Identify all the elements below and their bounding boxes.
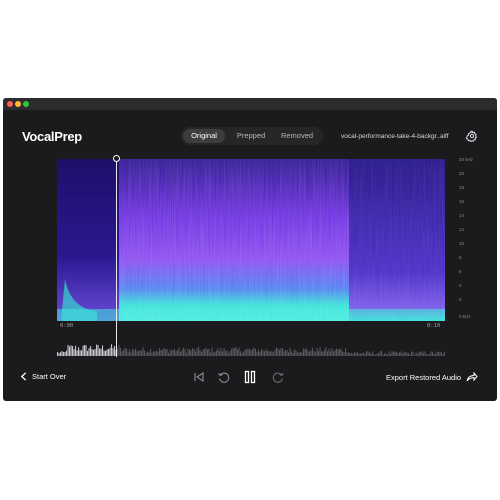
freq-label: 8: [459, 255, 462, 260]
freq-label: 16: [459, 199, 465, 204]
playhead[interactable]: [116, 158, 117, 357]
freq-label: 2: [459, 297, 462, 302]
rewind-icon[interactable]: [217, 370, 231, 384]
freq-label: 4: [459, 283, 462, 288]
freq-label: 14: [459, 213, 465, 218]
export-label: Export Restored Audio: [386, 372, 462, 382]
start-over-button[interactable]: Start Over: [20, 372, 66, 381]
tab-prepped[interactable]: Prepped: [229, 129, 273, 143]
maximize-window-button[interactable]: [23, 101, 29, 107]
chevron-left-icon: [20, 372, 27, 381]
pause-icon[interactable]: [243, 370, 257, 384]
freq-label: 20 kHz: [459, 157, 474, 162]
playhead-handle[interactable]: [113, 155, 120, 162]
share-icon: [466, 372, 478, 382]
skip-back-icon[interactable]: [192, 370, 206, 384]
app-window: VocalPrep Original Prepped Removed vocal…: [3, 98, 497, 401]
time-end: 0:10: [427, 323, 441, 329]
forward-icon[interactable]: [271, 370, 285, 384]
file-name: vocal-performance-take-4-backgr..aiff: [341, 133, 449, 140]
minimize-window-button[interactable]: [15, 101, 21, 107]
freq-label: 10: [459, 241, 465, 246]
app-logo: VocalPrep: [22, 129, 82, 144]
time-start: 0:00: [60, 323, 74, 329]
freq-label: 18: [459, 185, 465, 190]
close-window-button[interactable]: [7, 101, 13, 107]
tab-original[interactable]: Original: [183, 129, 225, 143]
tab-removed[interactable]: Removed: [275, 129, 319, 143]
start-over-label: Start Over: [32, 372, 67, 381]
export-restored-audio-button[interactable]: Export Restored Audio: [386, 372, 478, 382]
title-bar: [3, 98, 497, 110]
gear-icon[interactable]: [466, 130, 478, 142]
freq-label: 0 kHz: [459, 314, 471, 319]
view-tabs: Original Prepped Removed: [181, 127, 323, 145]
freq-label: 20: [459, 171, 465, 176]
freq-label: 12: [459, 227, 465, 232]
freq-label: 6: [459, 269, 462, 274]
